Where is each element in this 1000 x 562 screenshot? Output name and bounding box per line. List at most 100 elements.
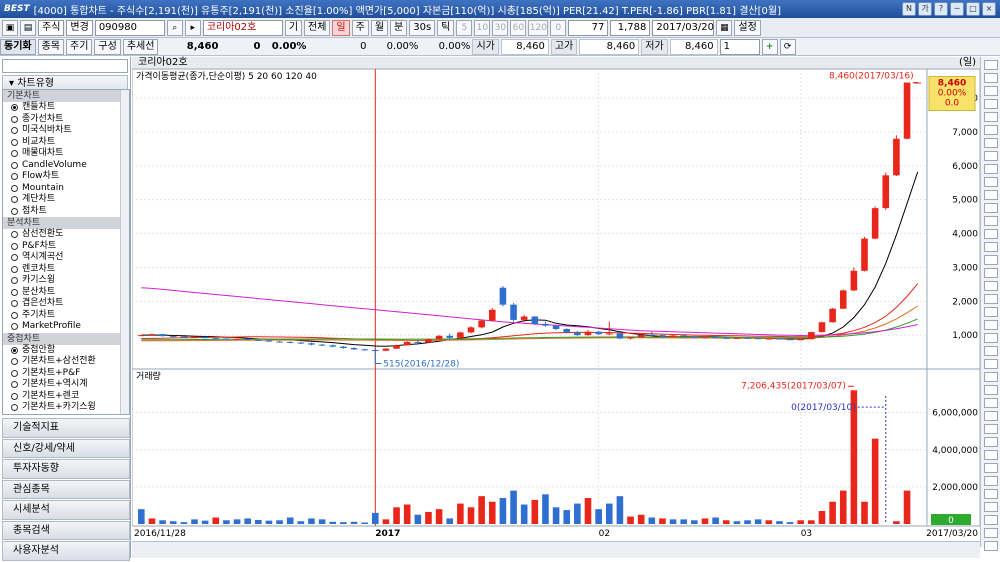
chart-type-option[interactable]: 분산차트 <box>3 287 129 299</box>
interval-0[interactable]: 0 <box>550 19 567 36</box>
chart-type-option[interactable]: 기본차트+역시계 <box>3 379 129 391</box>
news-button[interactable]: N <box>902 2 916 16</box>
search-icon[interactable]: ⌕ <box>166 19 183 36</box>
chart-type-option[interactable]: 주기차트 <box>3 310 129 322</box>
chart-type-option[interactable]: 기본차트+렌코 <box>3 391 129 403</box>
drawing-tool-icon[interactable] <box>983 229 998 239</box>
drawing-tool-icon[interactable] <box>983 138 998 148</box>
layout-icon[interactable]: ▣ <box>2 19 18 36</box>
drawing-tool-icon[interactable] <box>983 450 998 460</box>
font-button[interactable]: 가 <box>918 2 932 16</box>
tab-compose[interactable]: 구성 <box>94 38 121 55</box>
drawing-tool-icon[interactable] <box>983 489 998 499</box>
drawing-tool-icon[interactable] <box>983 216 998 226</box>
chart-type-option[interactable]: 캔들차트 <box>3 102 129 114</box>
period-button-30s[interactable]: 30s <box>409 19 436 36</box>
interval-10[interactable]: 10 <box>474 19 491 36</box>
drawing-tool-icon[interactable] <box>983 151 998 161</box>
chart-scrollbar[interactable] <box>132 541 980 558</box>
date-input[interactable]: 2017/03/20 <box>652 19 715 36</box>
menu-button[interactable]: 종목검색 <box>2 520 130 540</box>
chart-type-option[interactable]: P&F차트 <box>3 241 129 253</box>
sync-button[interactable]: 동기화 <box>0 38 36 55</box>
drawing-tool-icon[interactable] <box>983 294 998 304</box>
drawing-tool-icon[interactable] <box>983 164 998 174</box>
tab-stock[interactable]: 종목 <box>37 38 65 55</box>
stock-name-field[interactable]: 코리아02호 <box>202 19 283 36</box>
drawing-tool-icon[interactable] <box>983 476 998 486</box>
chart-type-option[interactable]: 겹은선차트 <box>3 298 129 310</box>
drawing-tool-icon[interactable] <box>983 424 998 434</box>
stock-code-input[interactable]: 090980 <box>94 19 165 36</box>
interval-5[interactable]: 5 <box>456 19 473 36</box>
drawing-tool-icon[interactable] <box>983 99 998 109</box>
chart-type-option[interactable]: 계단차트 <box>3 194 129 206</box>
display-count-input[interactable]: 77 <box>568 19 609 36</box>
drawing-tool-icon[interactable] <box>983 125 998 135</box>
menu-button[interactable]: 투자자동향 <box>2 459 130 479</box>
period-button-all[interactable]: 전체 <box>304 19 331 36</box>
period-button-week[interactable]: 주 <box>351 19 369 36</box>
drawing-tool-icon[interactable] <box>983 398 998 408</box>
chart-type-option[interactable]: 중첩안함 <box>3 345 129 357</box>
menu-button[interactable]: 관심종목 <box>2 479 130 499</box>
drawing-tool-icon[interactable] <box>983 502 998 512</box>
drawing-tool-icon[interactable] <box>983 112 998 122</box>
chart-count-select[interactable]: 1 <box>719 38 760 55</box>
drawing-tool-icon[interactable] <box>983 372 998 382</box>
period-button-month[interactable]: 월 <box>370 19 389 36</box>
close-button[interactable]: × <box>982 2 996 16</box>
drawing-tool-icon[interactable] <box>983 333 998 343</box>
chart-type-option[interactable]: 점차트 <box>3 206 129 218</box>
drawing-tool-icon[interactable] <box>983 73 998 83</box>
drawing-tool-icon[interactable] <box>983 281 998 291</box>
settings-button[interactable]: 설정 <box>734 19 761 36</box>
chart-type-option[interactable]: 비교차트 <box>3 137 129 149</box>
drawing-tool-icon[interactable] <box>983 515 998 525</box>
list-scrollbar[interactable] <box>120 90 129 414</box>
save-icon[interactable]: ▤ <box>20 19 36 36</box>
menu-button[interactable]: 기술적지표 <box>2 418 130 438</box>
drawing-tool-icon[interactable] <box>983 242 998 252</box>
arrow-right-icon[interactable]: ▸ <box>184 19 201 36</box>
chart-type-option[interactable]: 삼선전환도 <box>3 229 129 241</box>
chart-type-option[interactable]: 매물대차트 <box>3 148 129 160</box>
period-button-ki[interactable]: 기 <box>284 19 303 36</box>
chart-search-input[interactable] <box>2 59 128 73</box>
chart-type-option[interactable]: Mountain <box>3 183 129 195</box>
chart-type-option[interactable]: 종가선차트 <box>3 114 129 126</box>
drawing-tool-icon[interactable] <box>983 463 998 473</box>
interval-30[interactable]: 30 <box>492 19 509 36</box>
help-button[interactable]: ? <box>934 2 948 16</box>
period-button-minute[interactable]: 분 <box>390 19 408 36</box>
drawing-tool-icon[interactable] <box>983 359 998 369</box>
chart-type-option[interactable]: 기본차트+카기스윙 <box>3 402 129 414</box>
interval-60[interactable]: 60 <box>510 19 527 36</box>
price-volume-chart[interactable]: 1,0002,0003,0004,0005,0006,0007,0008,000… <box>132 69 980 542</box>
drawing-tool-icon[interactable] <box>983 411 998 421</box>
menu-button[interactable]: 신호/강세/약세 <box>2 438 130 458</box>
chart-type-option[interactable]: 카기스윙 <box>3 275 129 287</box>
drawing-tool-icon[interactable] <box>983 320 998 330</box>
change-select[interactable]: 변경 <box>66 19 93 36</box>
chart-type-option[interactable]: Flow차트 <box>3 171 129 183</box>
chart-type-option[interactable]: 역시계곡선 <box>3 252 129 264</box>
period-button-tick[interactable]: 틱 <box>437 19 455 36</box>
drawing-tool-icon[interactable] <box>983 60 998 70</box>
menu-button[interactable]: 시세분석 <box>2 500 130 520</box>
chart-type-option[interactable]: 렌코차트 <box>3 264 129 276</box>
maximize-button[interactable]: □ <box>966 2 980 16</box>
drawing-tool-icon[interactable] <box>983 203 998 213</box>
market-select[interactable]: 주식 <box>38 19 65 36</box>
drawing-tool-icon[interactable] <box>983 190 998 200</box>
drawing-tool-icon[interactable] <box>983 255 998 265</box>
add-icon[interactable]: + <box>761 38 778 55</box>
drawing-tool-icon[interactable] <box>983 268 998 278</box>
drawing-tool-icon[interactable] <box>983 86 998 96</box>
drawing-tool-icon[interactable] <box>983 541 998 551</box>
drawing-tool-icon[interactable] <box>983 385 998 395</box>
chart-type-option[interactable]: 미국식바차트 <box>3 125 129 137</box>
chart-type-option[interactable]: 기본차트+P&F <box>3 368 129 380</box>
drawing-tool-icon[interactable] <box>983 346 998 356</box>
minimize-button[interactable]: ─ <box>950 2 964 16</box>
